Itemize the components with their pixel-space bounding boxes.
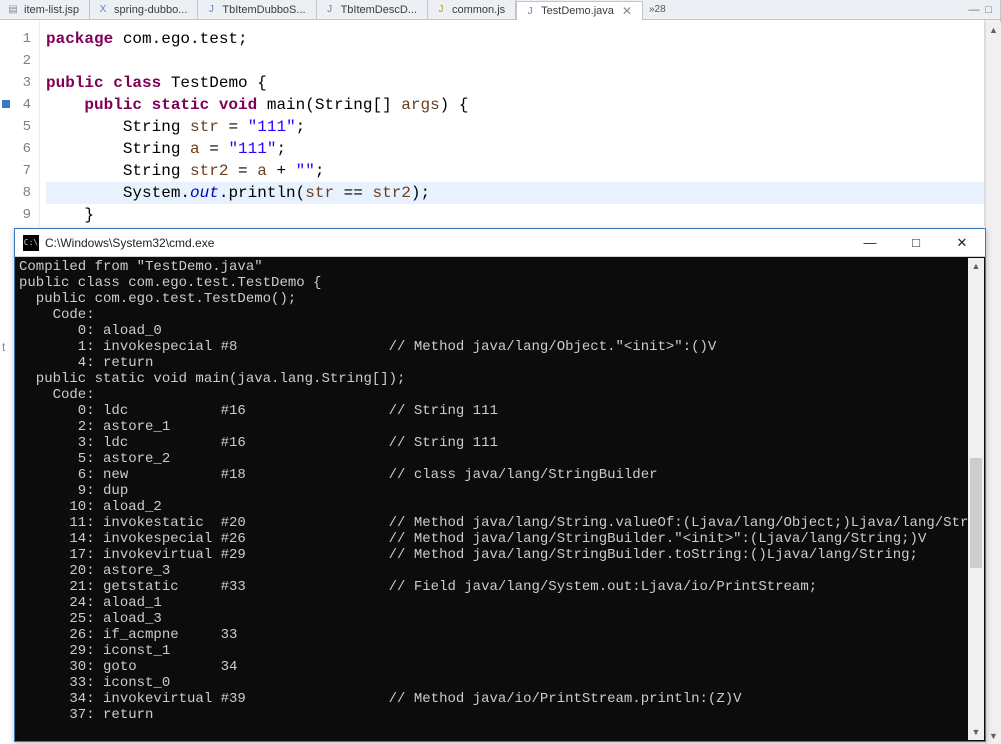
jsp-file-icon: ▤ bbox=[6, 3, 20, 17]
cmd-title: C:\Windows\System32\cmd.exe bbox=[45, 236, 214, 250]
cmd-line: 9: dup bbox=[19, 483, 981, 499]
line-number: 6 bbox=[0, 138, 39, 160]
cmd-line: Code: bbox=[19, 387, 981, 403]
editor-tab-common-js[interactable]: Jcommon.js bbox=[428, 0, 516, 19]
code-area[interactable]: package com.ego.test; public class TestDe… bbox=[40, 20, 1000, 226]
tab-label: TbItemDescD... bbox=[341, 4, 417, 16]
cmd-line: 1: invokespecial #8 // Method java/lang/… bbox=[19, 339, 981, 355]
editor-tab-testdemo-java[interactable]: J TestDemo.java ✕ bbox=[516, 1, 643, 20]
code-line[interactable]: public class TestDemo { bbox=[46, 72, 1000, 94]
maximize-button[interactable]: □ bbox=[893, 229, 939, 257]
cmd-vertical-scrollbar[interactable]: ▲ ▼ bbox=[968, 258, 984, 740]
line-number: 3 bbox=[0, 72, 39, 94]
cmd-line: 10: aload_2 bbox=[19, 499, 981, 515]
code-line[interactable]: } bbox=[46, 204, 1000, 226]
cmd-window: C:\ C:\Windows\System32\cmd.exe — □ ✕ Co… bbox=[14, 228, 986, 742]
clipped-text: t bbox=[2, 340, 5, 354]
java-file-icon: J bbox=[523, 4, 537, 18]
line-number-gutter: 123456789 bbox=[0, 20, 40, 226]
editor-tab-item-list-jsp[interactable]: ▤ item-list.jsp bbox=[0, 0, 90, 19]
minimize-button[interactable]: — bbox=[847, 229, 893, 257]
maximize-view-icon[interactable]: □ bbox=[985, 4, 992, 16]
cmd-line: 29: iconst_1 bbox=[19, 643, 981, 659]
cmd-line: 0: ldc #16 // String 111 bbox=[19, 403, 981, 419]
code-line[interactable]: package com.ego.test; bbox=[46, 28, 1000, 50]
cmd-line: Compiled from "TestDemo.java" bbox=[19, 259, 981, 275]
cmd-output[interactable]: Compiled from "TestDemo.java"public clas… bbox=[15, 257, 985, 741]
tab-label: TestDemo.java bbox=[541, 5, 614, 17]
minimize-view-icon[interactable]: — bbox=[968, 4, 979, 16]
line-number: 8 bbox=[0, 182, 39, 204]
editor-view-controls: — □ bbox=[968, 0, 1000, 19]
cmd-line: 25: aload_3 bbox=[19, 611, 981, 627]
xml-file-icon: X bbox=[96, 3, 110, 17]
line-number: 5 bbox=[0, 116, 39, 138]
code-line[interactable]: public static void main(String[] args) { bbox=[46, 94, 1000, 116]
cmd-line: 20: astore_3 bbox=[19, 563, 981, 579]
editor-tab-tbitemdubbos-[interactable]: J TbItemDubboS... bbox=[198, 0, 316, 19]
cmd-line: 3: ldc #16 // String 111 bbox=[19, 435, 981, 451]
code-line[interactable]: String str2 = a + ""; bbox=[46, 160, 1000, 182]
js-file-icon: J bbox=[434, 3, 448, 17]
cmd-line: 2: astore_1 bbox=[19, 419, 981, 435]
cmd-line: 26: if_acmpne 33 bbox=[19, 627, 981, 643]
cmd-line: public com.ego.test.TestDemo(); bbox=[19, 291, 981, 307]
editor-tab-tbitemdescd-[interactable]: J TbItemDescD... bbox=[317, 0, 428, 19]
cmd-icon: C:\ bbox=[23, 235, 39, 251]
cmd-line: 30: goto 34 bbox=[19, 659, 981, 675]
outer-scrollbar[interactable]: ▲ ▼ bbox=[985, 22, 1001, 744]
cmd-line: 11: invokestatic #20 // Method java/lang… bbox=[19, 515, 981, 531]
scroll-thumb[interactable] bbox=[970, 458, 982, 568]
line-number: 9 bbox=[0, 204, 39, 226]
code-line[interactable] bbox=[46, 50, 1000, 72]
tab-close-icon[interactable]: ✕ bbox=[622, 4, 632, 18]
tab-label: common.js bbox=[452, 4, 505, 16]
scroll-up-icon[interactable]: ▲ bbox=[986, 22, 1001, 38]
scroll-down-icon[interactable]: ▼ bbox=[968, 724, 984, 740]
scroll-up-icon[interactable]: ▲ bbox=[968, 258, 984, 274]
tab-label: spring-dubbo... bbox=[114, 4, 187, 16]
cmd-line: 21: getstatic #33 // Field java/lang/Sys… bbox=[19, 579, 981, 595]
cmd-titlebar[interactable]: C:\ C:\Windows\System32\cmd.exe — □ ✕ bbox=[15, 229, 985, 257]
java-file-icon: J bbox=[323, 3, 337, 17]
cmd-line: 5: astore_2 bbox=[19, 451, 981, 467]
cmd-line: 37: return bbox=[19, 707, 981, 723]
cmd-line: 4: return bbox=[19, 355, 981, 371]
line-number: 4 bbox=[0, 94, 39, 116]
editor-body: 123456789 package com.ego.test; public cl… bbox=[0, 20, 1000, 226]
window-controls: — □ ✕ bbox=[847, 229, 985, 257]
tab-label: item-list.jsp bbox=[24, 4, 79, 16]
line-number: 1 bbox=[0, 28, 39, 50]
cmd-line: public class com.ego.test.TestDemo { bbox=[19, 275, 981, 291]
cmd-line: Code: bbox=[19, 307, 981, 323]
tab-overflow-indicator[interactable]: »28 bbox=[643, 0, 672, 19]
tab-label: TbItemDubboS... bbox=[222, 4, 305, 16]
code-line[interactable]: String str = "111"; bbox=[46, 116, 1000, 138]
cmd-line: public static void main(java.lang.String… bbox=[19, 371, 981, 387]
line-number: 2 bbox=[0, 50, 39, 72]
cmd-line: 0: aload_0 bbox=[19, 323, 981, 339]
cmd-line: 33: iconst_0 bbox=[19, 675, 981, 691]
code-line[interactable]: String a = "111"; bbox=[46, 138, 1000, 160]
code-line[interactable]: System.out.println(str == str2); bbox=[46, 182, 1000, 204]
scroll-down-icon[interactable]: ▼ bbox=[986, 728, 1001, 744]
cmd-line: 24: aload_1 bbox=[19, 595, 981, 611]
cmd-line: 17: invokevirtual #29 // Method java/lan… bbox=[19, 547, 981, 563]
cmd-line: 6: new #18 // class java/lang/StringBuil… bbox=[19, 467, 981, 483]
editor-tabstrip: ▤ item-list.jsp Xspring-dubbo... J TbItemDub… bbox=[0, 0, 1000, 20]
cmd-line: 14: invokespecial #26 // Method java/lan… bbox=[19, 531, 981, 547]
editor-tab-spring-dubbo-[interactable]: Xspring-dubbo... bbox=[90, 0, 198, 19]
java-file-icon: J bbox=[204, 3, 218, 17]
line-number: 7 bbox=[0, 160, 39, 182]
cmd-line: 34: invokevirtual #39 // Method java/io/… bbox=[19, 691, 981, 707]
eclipse-editor: ▤ item-list.jsp Xspring-dubbo... J TbItemDub… bbox=[0, 0, 1001, 226]
close-button[interactable]: ✕ bbox=[939, 229, 985, 257]
